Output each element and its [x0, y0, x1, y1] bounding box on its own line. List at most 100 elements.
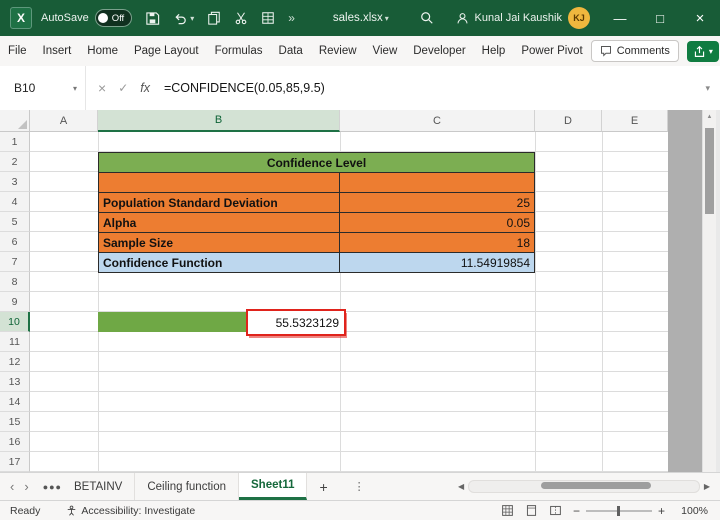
row-header[interactable]: 4: [0, 192, 30, 212]
cancel-entry-icon[interactable]: ×: [98, 80, 106, 96]
table-cell-value[interactable]: 18: [340, 233, 534, 252]
table-cell-value[interactable]: 11.54919854: [340, 253, 534, 272]
formula-input[interactable]: =CONFIDENCE(0.05,85,9.5): [164, 81, 325, 95]
table-cell-label[interactable]: Population Standard Deviation: [99, 193, 340, 212]
add-sheet-button[interactable]: +: [319, 479, 327, 495]
vertical-scrollbar[interactable]: ▲: [702, 110, 716, 472]
tab-data[interactable]: Data: [271, 36, 311, 66]
comments-button[interactable]: Comments: [590, 40, 679, 62]
horizontal-scrollbar[interactable]: ◀ ▶: [458, 480, 710, 493]
table-icon[interactable]: [261, 11, 275, 25]
row-header[interactable]: 9: [0, 292, 30, 312]
close-button[interactable]: ×: [680, 0, 720, 36]
row-header[interactable]: 11: [0, 332, 30, 352]
page-layout-view-icon[interactable]: [525, 504, 538, 517]
row-header[interactable]: 5: [0, 212, 30, 232]
column-header-b[interactable]: B: [98, 110, 340, 132]
insert-function-icon[interactable]: fx: [140, 81, 150, 95]
confirm-entry-icon[interactable]: ✓: [118, 81, 128, 95]
copy-icon[interactable]: [207, 11, 221, 25]
table-title-cell[interactable]: Confidence Level: [99, 153, 534, 173]
expand-formula-bar-icon[interactable]: ▾: [705, 83, 710, 94]
table-cell-label[interactable]: Confidence Function: [99, 253, 340, 272]
row-header[interactable]: 12: [0, 352, 30, 372]
row-header[interactable]: 6: [0, 232, 30, 252]
tab-developer[interactable]: Developer: [405, 36, 473, 66]
tab-insert[interactable]: Insert: [35, 36, 80, 66]
autosave-toggle[interactable]: Off: [94, 9, 133, 27]
zoom-slider-thumb[interactable]: [616, 505, 620, 516]
autosave-state: Off: [111, 12, 125, 24]
zoom-slider[interactable]: [585, 505, 652, 516]
column-header-a[interactable]: A: [30, 110, 98, 132]
row-header[interactable]: 15: [0, 412, 30, 432]
zoom-level[interactable]: 100%: [676, 505, 708, 517]
chevron-double-right-icon[interactable]: »: [288, 11, 295, 25]
row-header[interactable]: 14: [0, 392, 30, 412]
select-all-triangle-icon: [18, 120, 27, 129]
row-header[interactable]: 1: [0, 132, 30, 152]
scroll-up-icon[interactable]: ▲: [703, 110, 716, 124]
sheet-nav-left-icon[interactable]: ‹: [10, 479, 14, 494]
table-cell-label[interactable]: Sample Size: [99, 233, 340, 252]
normal-view-icon[interactable]: [501, 504, 514, 517]
tab-view[interactable]: View: [365, 36, 406, 66]
sheet-tab-sheet11-active[interactable]: Sheet11: [239, 473, 308, 500]
table-cell[interactable]: [340, 173, 534, 192]
scroll-right-icon[interactable]: ▶: [704, 482, 710, 491]
vertical-scroll-thumb[interactable]: [705, 128, 714, 214]
toggle-knob-icon: [97, 13, 108, 23]
sheet-nav-right-icon[interactable]: ›: [24, 479, 28, 494]
tab-page-layout[interactable]: Page Layout: [126, 36, 207, 66]
accessibility-checker[interactable]: Accessibility: Investigate: [66, 505, 195, 517]
account-menu[interactable]: Kunal Jai Kaushik KJ: [456, 7, 590, 29]
avatar[interactable]: KJ: [568, 7, 590, 29]
minimize-button[interactable]: —: [600, 0, 640, 36]
highlighted-result-cell[interactable]: 55.5323129: [246, 309, 346, 336]
sheet-tab-betainv[interactable]: BETAINV: [62, 473, 136, 500]
row-header[interactable]: 16: [0, 432, 30, 452]
tab-power-pivot[interactable]: Power Pivot: [513, 36, 590, 66]
tab-formulas[interactable]: Formulas: [207, 36, 271, 66]
select-all-button[interactable]: [0, 110, 30, 132]
zoom-in-icon[interactable]: +: [658, 504, 665, 518]
autosave-label: AutoSave: [41, 12, 89, 24]
search-icon[interactable]: [420, 11, 434, 25]
excel-logo-icon[interactable]: X: [10, 7, 32, 29]
tab-home[interactable]: Home: [79, 36, 126, 66]
row-header[interactable]: 8: [0, 272, 30, 292]
sheet-tab-ceiling-function[interactable]: Ceiling function: [135, 473, 239, 500]
row-header[interactable]: 17: [0, 452, 30, 472]
row-header-selected[interactable]: 10: [0, 312, 30, 332]
horizontal-scroll-track[interactable]: [468, 480, 700, 493]
sheet-overflow-icon[interactable]: ●●●: [43, 482, 62, 492]
maximize-button[interactable]: □: [640, 0, 680, 36]
table-row: Sample Size 18: [99, 233, 534, 253]
zoom-out-icon[interactable]: −: [573, 504, 580, 518]
name-box[interactable]: B10 ▾: [0, 66, 86, 110]
tab-help[interactable]: Help: [474, 36, 514, 66]
table-cell[interactable]: [99, 173, 340, 192]
row-header[interactable]: 3: [0, 172, 30, 192]
share-button[interactable]: ▾: [686, 40, 719, 62]
cut-icon[interactable]: [234, 11, 248, 25]
sheet-options-icon[interactable]: ⋮: [354, 480, 365, 493]
table-result-row: Confidence Function 11.54919854: [99, 253, 534, 272]
row-header[interactable]: 7: [0, 252, 30, 272]
page-break-view-icon[interactable]: [549, 504, 562, 517]
undo-icon[interactable]: ▾: [173, 11, 194, 26]
tab-review[interactable]: Review: [311, 36, 365, 66]
row-header[interactable]: 13: [0, 372, 30, 392]
save-icon[interactable]: [145, 11, 160, 26]
horizontal-scroll-thumb[interactable]: [541, 482, 652, 489]
table-cell-value[interactable]: 0.05: [340, 213, 534, 232]
document-title[interactable]: sales.xlsx ▾: [333, 12, 389, 24]
scroll-left-icon[interactable]: ◀: [458, 482, 464, 491]
row-header[interactable]: 2: [0, 152, 30, 172]
column-header-d[interactable]: D: [535, 110, 602, 132]
column-header-e[interactable]: E: [602, 110, 668, 132]
tab-file[interactable]: File: [0, 36, 35, 66]
table-cell-value[interactable]: 25: [340, 193, 534, 212]
column-header-c[interactable]: C: [340, 110, 535, 132]
table-cell-label[interactable]: Alpha: [99, 213, 340, 232]
